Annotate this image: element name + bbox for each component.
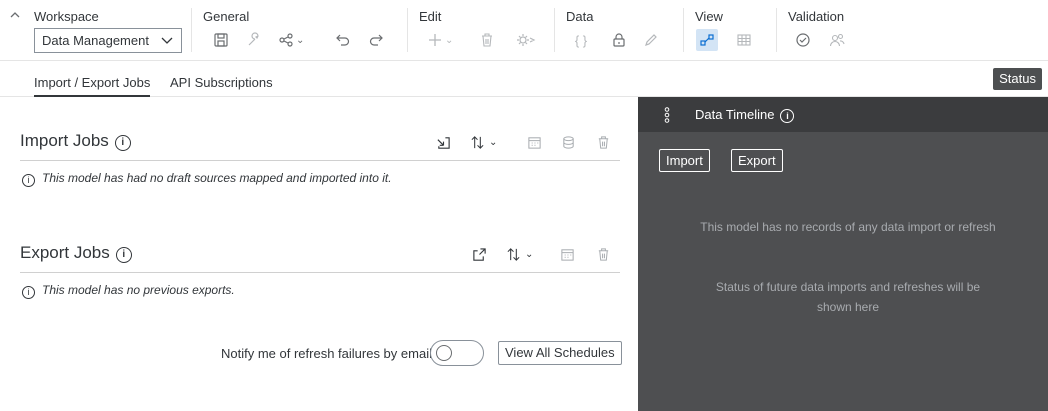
chevron-down-icon: ⌄	[525, 248, 534, 260]
plus-icon[interactable]: ⌄	[427, 30, 461, 50]
divider	[20, 160, 620, 161]
sort-icon[interactable]: ⌄	[506, 245, 540, 263]
export-jobs-title: Export Jobs i	[20, 243, 132, 263]
jobs-panel: Import Jobs i ⌄ i This model has had no dr…	[0, 97, 638, 411]
chevron-down-icon: ⌄	[489, 136, 498, 148]
data-timeline-title: Data Timeline i	[695, 107, 795, 123]
view-all-schedules-button[interactable]: View All Schedules	[498, 341, 622, 365]
chevron-down-icon: ⌄	[445, 34, 454, 46]
info-icon[interactable]: i	[780, 109, 795, 123]
trash-icon[interactable]	[594, 245, 612, 263]
undo-icon[interactable]	[333, 30, 353, 50]
export-jobs-message: i This model has no previous exports.	[22, 283, 235, 299]
timeline-export-button[interactable]: Export	[731, 149, 783, 172]
toolbar-divider	[776, 8, 777, 52]
view-group-label: View	[695, 9, 723, 24]
share-icon[interactable]: ⌄	[278, 30, 312, 50]
export-jobs-message-text: This model has no previous exports.	[42, 283, 235, 297]
notify-toggle[interactable]	[430, 340, 484, 366]
export-icon[interactable]	[470, 245, 488, 263]
calendar-icon[interactable]	[558, 245, 576, 263]
import-jobs-message: i This model has had no draft sources map…	[22, 171, 392, 187]
save-icon[interactable]	[211, 30, 231, 50]
gear-icon[interactable]	[512, 30, 540, 50]
wrench-icon[interactable]	[244, 30, 264, 50]
toolbar-divider	[407, 8, 408, 52]
timeline-icon	[663, 107, 671, 123]
data-timeline-panel: Data Timeline i Import Export This model …	[638, 97, 1048, 411]
lock-icon[interactable]	[609, 30, 629, 50]
info-icon[interactable]: i	[115, 247, 132, 263]
import-jobs-message-text: This model has had no draft sources mapp…	[42, 171, 392, 185]
status-button[interactable]: Status	[993, 68, 1042, 90]
tab-api-subscriptions[interactable]: API Subscriptions	[170, 75, 273, 90]
check-circle-icon[interactable]	[793, 30, 813, 50]
divider	[20, 272, 620, 273]
trash-icon[interactable]	[477, 30, 497, 50]
toolbar-divider	[191, 8, 192, 52]
data-timeline-title-text: Data Timeline	[695, 107, 775, 122]
timeline-import-button[interactable]: Import	[659, 149, 710, 172]
collapse-toolbar-icon[interactable]	[9, 9, 21, 21]
calendar-icon[interactable]	[525, 133, 543, 151]
trash-icon[interactable]	[594, 133, 612, 151]
validation-group-label: Validation	[788, 9, 845, 24]
pencil-icon[interactable]	[641, 30, 661, 50]
import-jobs-title-text: Import Jobs	[20, 131, 109, 150]
toolbar-divider	[554, 8, 555, 52]
database-icon[interactable]	[559, 133, 577, 151]
toolbar-divider	[683, 8, 684, 52]
toggle-knob	[436, 345, 452, 361]
sort-icon[interactable]: ⌄	[470, 133, 504, 151]
data-timeline-header: Data Timeline i	[638, 97, 1048, 132]
timeline-empty-message: This model has no records of any data im…	[700, 220, 996, 234]
workspace-select[interactable]: Data Management	[34, 28, 182, 53]
grid-view-icon[interactable]	[734, 30, 754, 50]
info-icon: i	[22, 286, 35, 299]
general-group-label: General	[203, 9, 250, 24]
tab-import-export-jobs[interactable]: Import / Export Jobs	[34, 75, 151, 97]
graph-view-icon[interactable]	[696, 29, 718, 51]
export-jobs-title-text: Export Jobs	[20, 243, 110, 262]
edit-group-label: Edit	[419, 9, 442, 24]
tab-bar: Import / Export Jobs API Subscriptions S…	[0, 62, 1048, 97]
redo-icon[interactable]	[366, 30, 386, 50]
data-group-label: Data	[566, 9, 594, 24]
braces-icon[interactable]: { }	[571, 30, 591, 50]
timeline-future-message: Status of future data imports and refres…	[715, 280, 981, 314]
info-icon: i	[22, 174, 35, 187]
import-icon[interactable]	[434, 133, 452, 151]
import-jobs-title: Import Jobs i	[20, 131, 131, 151]
info-icon[interactable]: i	[114, 135, 131, 151]
notify-label: Notify me of refresh failures by email	[221, 346, 432, 361]
toolbar: Workspace Data Management General ⌄ Edit…	[0, 0, 1048, 61]
users-icon[interactable]	[827, 30, 847, 50]
workspace-select-value: Data Management	[42, 33, 149, 48]
chevron-down-icon	[161, 34, 173, 46]
chevron-down-icon: ⌄	[296, 34, 305, 46]
workspace-group-label: Workspace	[34, 9, 99, 24]
